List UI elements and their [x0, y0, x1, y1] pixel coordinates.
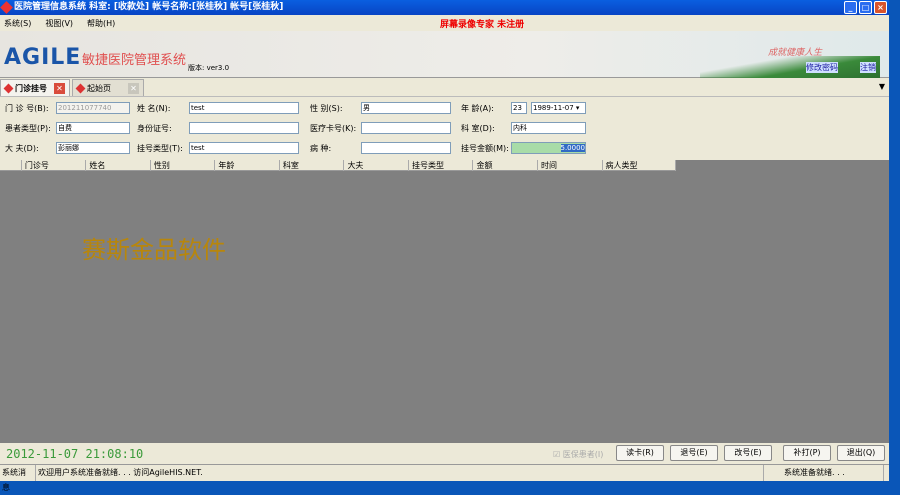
col-header-amount[interactable]: 金额: [473, 160, 538, 171]
app-icon: [0, 1, 13, 14]
exit-button[interactable]: 退出(Q): [837, 445, 885, 461]
col-header-reg-type[interactable]: 挂号类型: [409, 160, 474, 171]
col-header-age[interactable]: 年龄: [215, 160, 280, 171]
minimize-button[interactable]: _: [844, 1, 857, 14]
menu-view[interactable]: 视图(V): [45, 18, 73, 29]
amount-value: 5.0000: [560, 144, 585, 152]
id-card-label: 身份证号:: [137, 124, 172, 133]
registration-form: 门 诊 号(B): 201211077740 姓 名(N): test 性 别(…: [0, 96, 889, 160]
menu-bar: 系统(S) 视图(V) 帮助(H) 屏幕录像专家 未注册: [0, 15, 889, 31]
read-card-button[interactable]: 读卡(R): [616, 445, 664, 461]
insured-checkbox[interactable]: ☑ 医保患者(I): [553, 449, 603, 460]
col-header-indicator: [0, 160, 22, 171]
disease-label: 病 种:: [310, 144, 332, 153]
tab-label: 起始页: [87, 83, 111, 93]
patient-type-label: 患者类型(P):: [5, 124, 51, 133]
gender-label: 性 别(S):: [310, 104, 343, 113]
medical-card-field[interactable]: [361, 122, 451, 134]
tab-registration[interactable]: 门诊挂号 ✕: [0, 79, 70, 96]
logout-link[interactable]: 注销: [860, 62, 876, 73]
col-header-clinic-no[interactable]: 门诊号: [22, 160, 87, 171]
doctor-field[interactable]: 彭丽娜: [56, 142, 130, 154]
slogan: 成就健康人生: [768, 48, 823, 58]
status-message: 欢迎用户系统准备就绪. . . 访问AgileHIS.NET.: [36, 465, 764, 481]
tab-label: 门诊挂号: [15, 83, 47, 93]
maximize-button[interactable]: □: [859, 1, 872, 14]
action-bar: 2012-11-07 21:08:10 ☑ 医保患者(I) 读卡(R) 退号(E…: [0, 443, 889, 464]
reg-type-label: 挂号类型(T):: [137, 144, 183, 153]
name-field[interactable]: test: [189, 102, 299, 114]
birth-date-value: 1989-11-07: [533, 104, 574, 112]
amount-field[interactable]: 5.0000: [511, 142, 586, 154]
department-label: 科 室(D):: [461, 124, 495, 133]
tab-icon: [3, 83, 14, 93]
insured-checkbox-label: 医保患者(I): [562, 450, 604, 459]
banner: AGILE 敏捷医院管理系统 版本: ver3.0 成就健康人生 修改密码 注销: [0, 31, 889, 78]
clock: 2012-11-07 21:08:10: [6, 447, 144, 461]
tab-start-page[interactable]: 起始页 ✕: [72, 79, 144, 96]
tab-list-dropdown-icon[interactable]: ▼: [879, 82, 885, 91]
amount-label: 挂号金额(M):: [461, 144, 509, 153]
close-button[interactable]: ×: [874, 1, 887, 14]
menu-help[interactable]: 帮助(H): [87, 18, 115, 29]
menu-system[interactable]: 系统(S): [4, 18, 31, 29]
age-field[interactable]: 23: [511, 102, 527, 114]
change-number-button[interactable]: 改号(E): [724, 445, 772, 461]
id-card-field[interactable]: [189, 122, 299, 134]
agile-logo: AGILE: [4, 45, 82, 70]
registration-grid[interactable]: 门诊号 姓名 性别 年龄 科室 大夫 挂号类型 金额 时间 病人类型 赛斯金品软…: [0, 160, 889, 443]
patient-type-field[interactable]: 自费: [56, 122, 130, 134]
grid-header: 门诊号 姓名 性别 年龄 科室 大夫 挂号类型 金额 时间 病人类型: [0, 160, 676, 171]
col-header-department[interactable]: 科室: [280, 160, 345, 171]
tab-icon: [75, 83, 86, 93]
department-field[interactable]: 内科: [511, 122, 586, 134]
chevron-down-icon[interactable]: ▾: [576, 104, 580, 112]
name-label: 姓 名(N):: [137, 104, 171, 113]
status-bar: 系统消息 欢迎用户系统准备就绪. . . 访问AgileHIS.NET. 系统准…: [0, 464, 889, 492]
gender-field[interactable]: 男: [361, 102, 451, 114]
refund-button[interactable]: 退号(E): [670, 445, 718, 461]
watermark: 赛斯金品软件: [82, 236, 226, 264]
clinic-no-label: 门 诊 号(B):: [5, 104, 49, 113]
tab-bar: 门诊挂号 ✕ 起始页 ✕ ▼: [0, 78, 889, 96]
col-header-name[interactable]: 姓名: [86, 160, 151, 171]
age-label: 年 龄(A):: [461, 104, 494, 113]
window-title: 医院管理信息系统 科室: [收款处] 帐号名称:[张桂秋] 帐号[张桂秋]: [14, 2, 284, 12]
register-notice: 屏幕录像专家 未注册: [440, 19, 525, 30]
col-header-time[interactable]: 时间: [538, 160, 603, 171]
doctor-label: 大 夫(D):: [5, 144, 39, 153]
status-label: 系统消息: [0, 465, 36, 492]
version: 版本: ver3.0: [188, 64, 230, 72]
status-right: 系统准备就绪. . .: [764, 465, 884, 481]
close-tab-icon[interactable]: ✕: [128, 82, 139, 94]
col-header-gender[interactable]: 性别: [151, 160, 216, 171]
birth-date-picker[interactable]: 1989-11-07 ▾: [531, 102, 586, 114]
reg-type-field[interactable]: test: [189, 142, 299, 154]
change-password-link[interactable]: 修改密码: [806, 62, 838, 73]
title-bar: 医院管理信息系统 科室: [收款处] 帐号名称:[张桂秋] 帐号[张桂秋] _ …: [0, 0, 889, 15]
reprint-button[interactable]: 补打(P): [783, 445, 831, 461]
medical-card-label: 医疗卡号(K):: [310, 124, 357, 133]
clinic-no-field[interactable]: 201211077740: [56, 102, 130, 114]
col-header-patient-type[interactable]: 病人类型: [603, 160, 676, 171]
system-name: 敏捷医院管理系统: [82, 53, 187, 68]
disease-field[interactable]: [361, 142, 451, 154]
close-tab-icon[interactable]: ✕: [54, 82, 65, 94]
col-header-doctor[interactable]: 大夫: [344, 160, 409, 171]
